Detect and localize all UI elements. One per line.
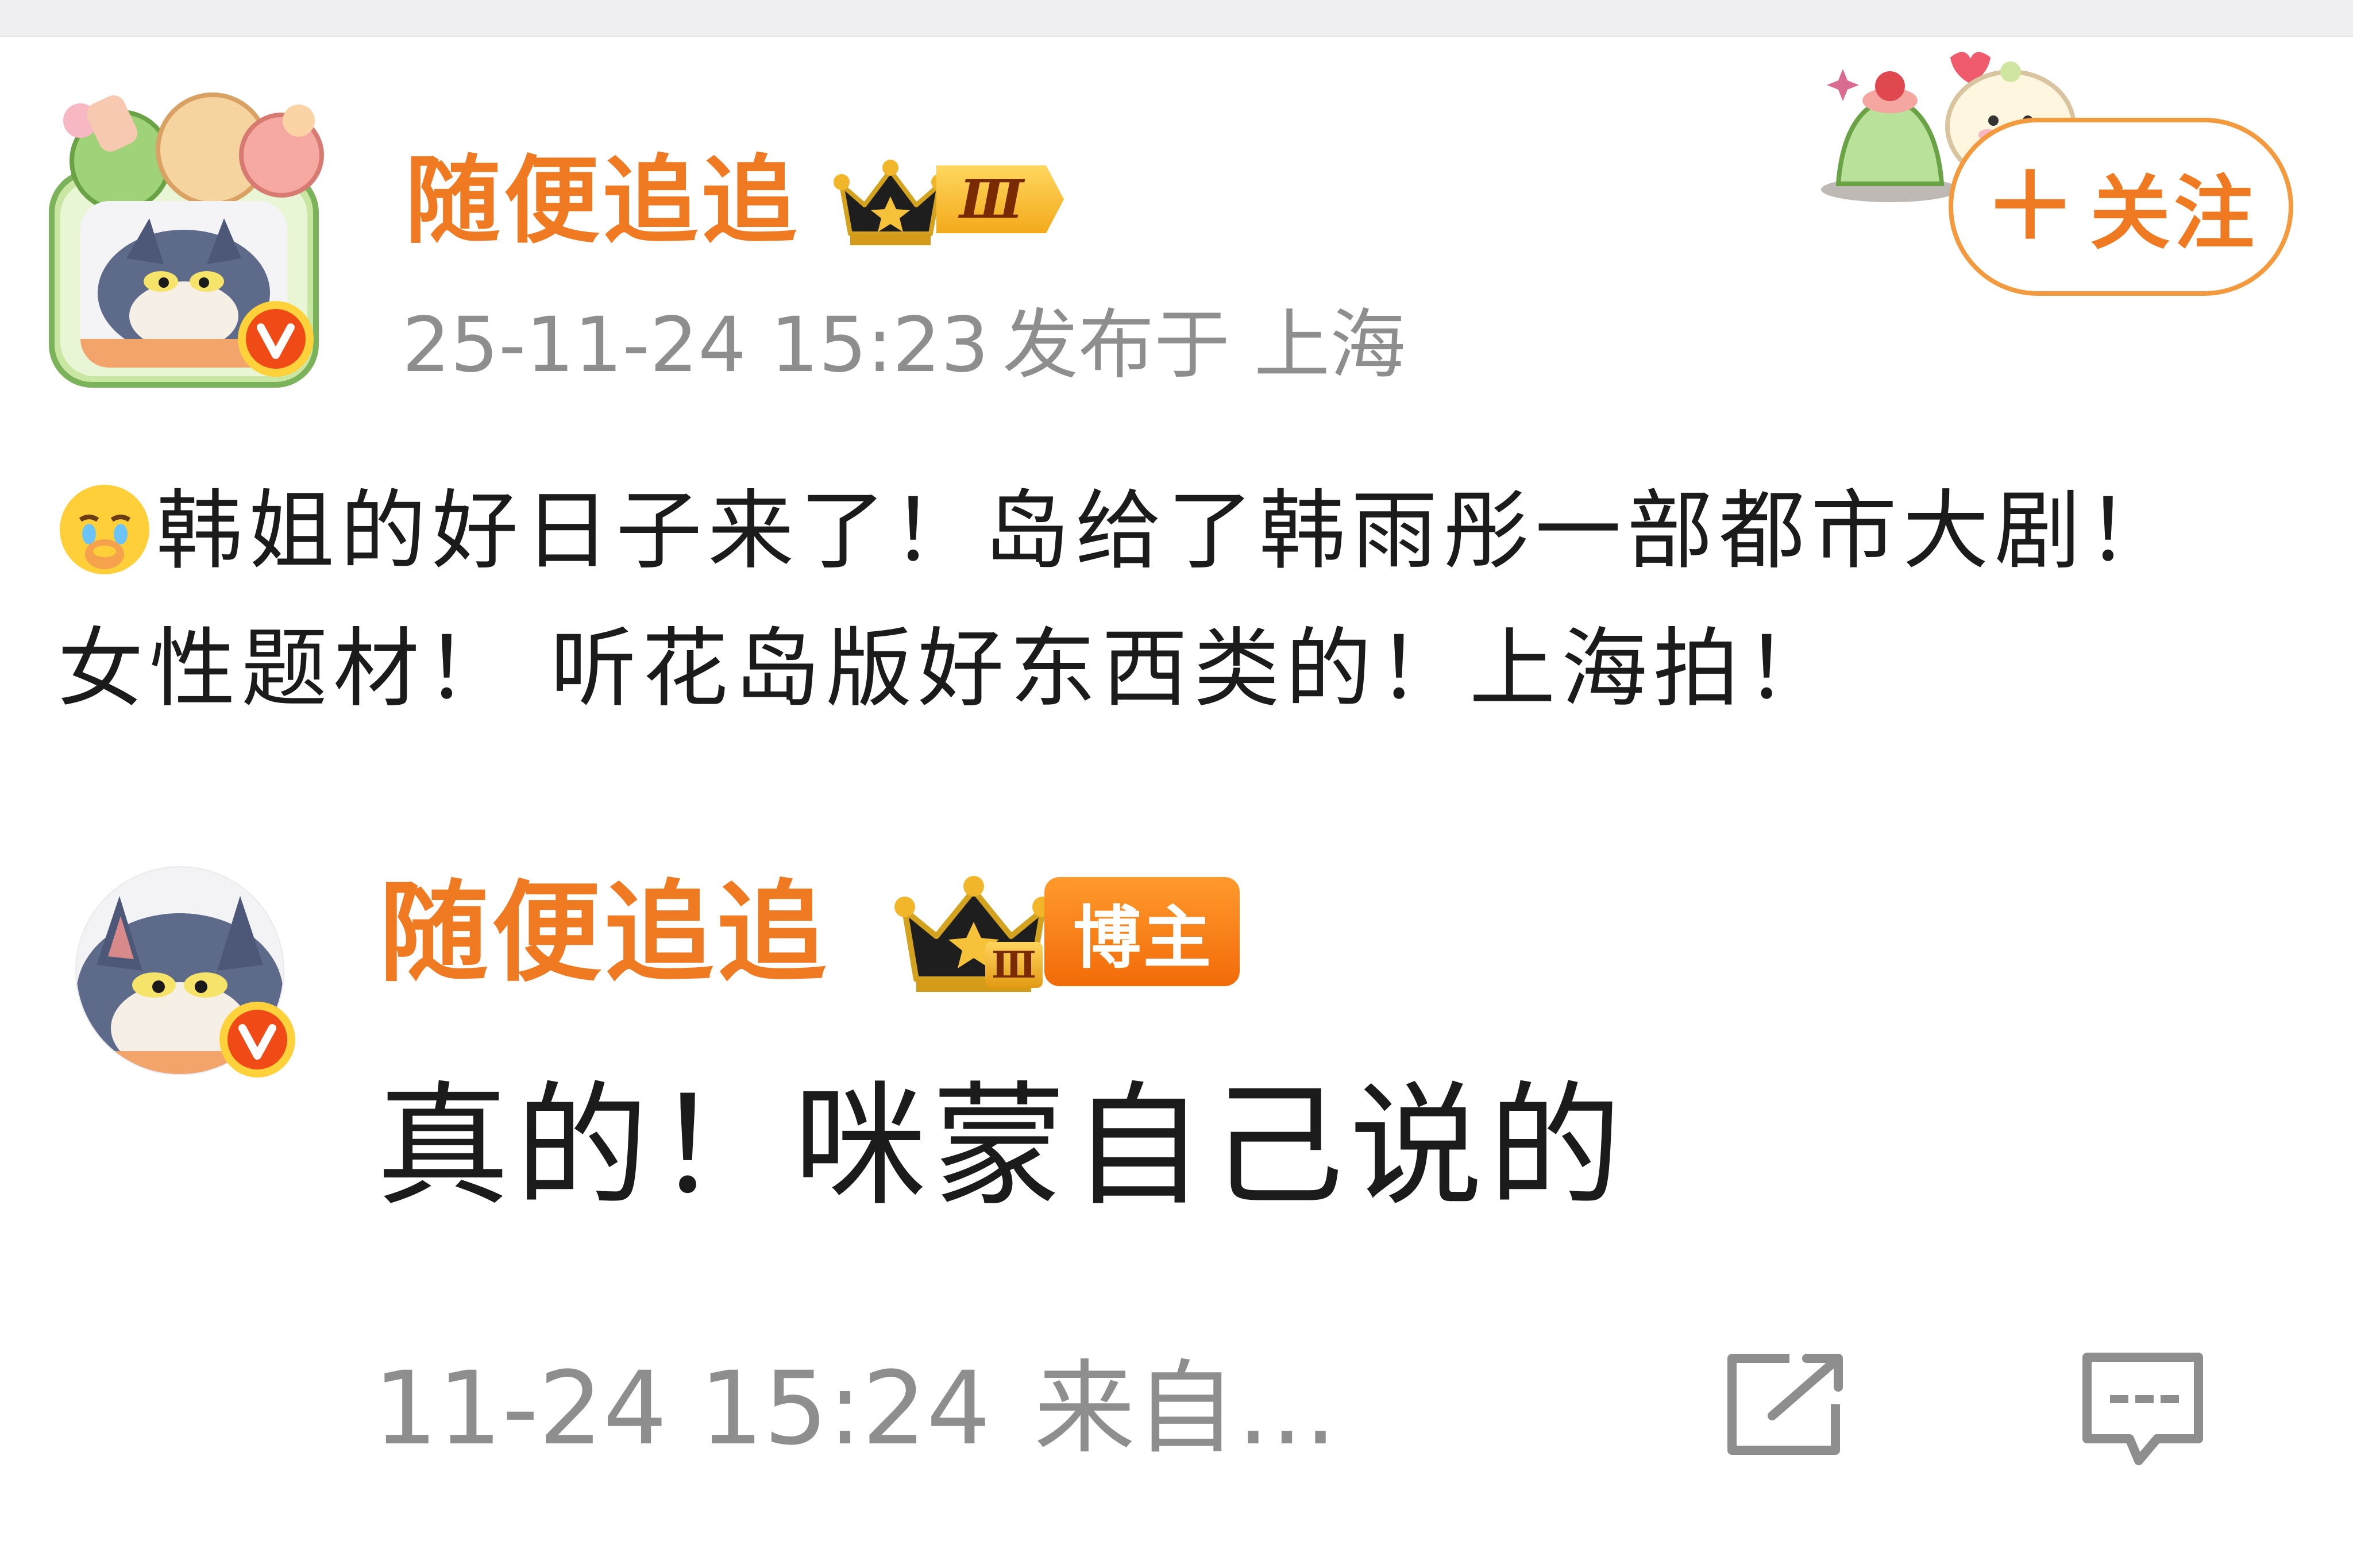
- verified-v-icon: [238, 301, 314, 377]
- reply-text: 真的！咪蒙自己说的: [376, 1069, 1628, 1224]
- post-text-line-1: 韩姐的好日子来了！岛给了韩雨彤一部都市大剧！: [156, 481, 2179, 581]
- reply-source[interactable]: 来自…: [1034, 1358, 1337, 1459]
- verified-badge: [217, 999, 298, 1080]
- reply-timestamp: 11-24 15:24: [373, 1350, 991, 1467]
- share-button[interactable]: [1721, 1347, 1853, 1462]
- verified-v-icon: [219, 1002, 295, 1077]
- emoji-crying-face: [57, 482, 152, 577]
- plus-icon: ＋: [1984, 153, 2080, 260]
- follow-label: 关注: [2090, 167, 2258, 261]
- reply-user-badge[interactable]: Ⅲ 博主: [893, 864, 1249, 997]
- post-text-line-2: 女性题材！ 听花岛版好东西类的！上海拍！: [57, 619, 1837, 719]
- post-timestamp: 25-11-24 15:23: [402, 301, 989, 389]
- level-number: Ⅲ: [985, 942, 1043, 988]
- crown-icon: [834, 160, 947, 245]
- top-bar: [0, 0, 2353, 37]
- comment-icon: [2082, 1353, 2203, 1465]
- user-level-badge[interactable]: Ⅲ: [833, 150, 1064, 248]
- follow-button[interactable]: ＋ 关注: [1949, 118, 2293, 296]
- post-author-avatar[interactable]: [40, 86, 339, 396]
- crying-face-emoji-icon: [60, 485, 149, 574]
- verified-badge: [236, 299, 316, 379]
- reply-author-avatar[interactable]: [74, 862, 303, 1091]
- comment-button[interactable]: [2077, 1347, 2209, 1467]
- post-location: 发布于 上海: [1002, 301, 1406, 389]
- level-number: Ⅲ: [936, 165, 1064, 233]
- share-icon: [1727, 1354, 1843, 1455]
- crown-level: Ⅲ: [893, 864, 1060, 997]
- reply-username[interactable]: 随便追追: [379, 879, 830, 988]
- post-username[interactable]: 随便追追: [405, 154, 800, 249]
- blogger-role-badge: 博主: [1044, 877, 1240, 986]
